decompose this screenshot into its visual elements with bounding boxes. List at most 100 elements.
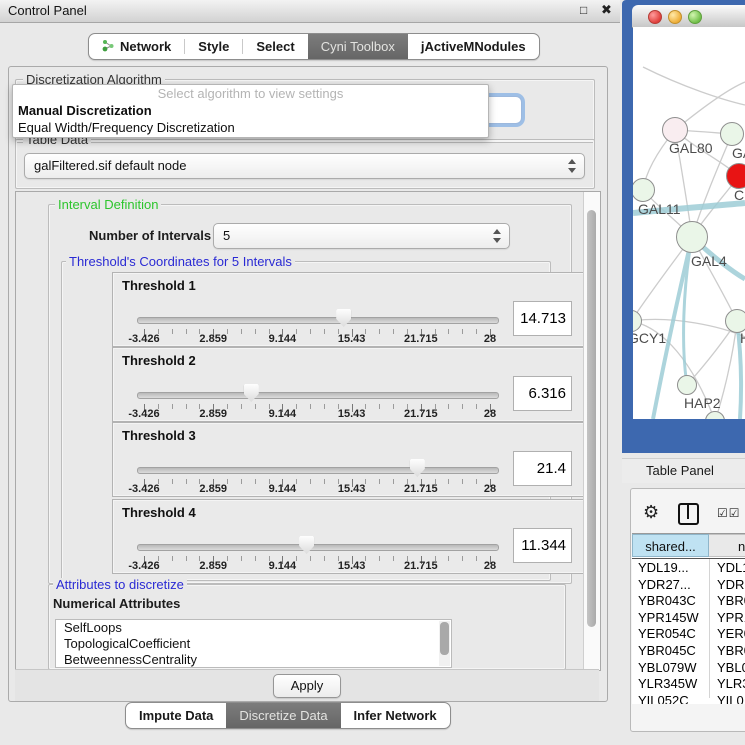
- threshold-panel: Threshold 3-3.4262.8599.14415.4321.71528…: [112, 422, 592, 497]
- network-view-window[interactable]: GAL80GACGAL11GAL4GCY1HHAP2: [622, 0, 745, 453]
- slider-tick: [310, 556, 311, 561]
- gear-icon[interactable]: ⚙: [643, 502, 659, 523]
- slider-thumb[interactable]: [410, 459, 425, 477]
- threshold-value-field[interactable]: 6.316: [513, 376, 572, 411]
- slider-tick: [172, 329, 173, 334]
- table-row[interactable]: YIL052CYIL0: [632, 692, 745, 704]
- attributes-scrollbar[interactable]: [439, 621, 450, 666]
- tab-jactivemnodules[interactable]: jActiveMNodules: [408, 34, 539, 59]
- settings-scrollbar[interactable]: [583, 192, 600, 670]
- slider-tick: [241, 479, 242, 484]
- slider-thumb[interactable]: [299, 536, 314, 554]
- number-of-intervals-value: 5: [223, 228, 230, 243]
- algorithm-option[interactable]: Equal Width/Frequency Discretization: [13, 119, 488, 136]
- cell-name: YLR3: [717, 675, 745, 692]
- slider-tick: [186, 556, 187, 561]
- slider-tick: [324, 329, 325, 334]
- list-item[interactable]: BetweennessCentrality: [56, 652, 451, 668]
- mac-zoom-icon[interactable]: [688, 10, 702, 24]
- tab-network[interactable]: Network: [89, 34, 184, 59]
- float-window-icon[interactable]: □: [580, 3, 587, 17]
- table-row[interactable]: YBR045CYBR0: [632, 642, 745, 659]
- slider-tick: [186, 329, 187, 334]
- tab-label: Infer Network: [354, 708, 437, 723]
- slider-track[interactable]: [137, 317, 499, 324]
- tab-cyni-toolbox[interactable]: Cyni Toolbox: [308, 34, 408, 59]
- network-node[interactable]: [726, 163, 745, 189]
- network-node[interactable]: [720, 122, 744, 146]
- slider-tick: [379, 479, 380, 484]
- threshold-value-field[interactable]: 14.713: [513, 301, 572, 336]
- attributes-scrollbar-thumb[interactable]: [440, 622, 449, 655]
- node-table: shared... na YDL19...YDL1YDR27...YDR2YBR…: [632, 533, 745, 704]
- slider-tick-label: 9.144: [257, 483, 307, 495]
- slider-tick-label: 9.144: [257, 560, 307, 572]
- table-row[interactable]: YER054CYER0: [632, 625, 745, 642]
- cyni-mode-tabbar: Impute Data Discretize Data Infer Network: [125, 702, 451, 729]
- slider-track[interactable]: [137, 467, 499, 474]
- table-data-combo[interactable]: galFiltered.sif default node: [24, 153, 585, 179]
- control-panel-title: Control Panel: [8, 3, 87, 18]
- network-window-titlebar[interactable]: [632, 5, 745, 28]
- slider-thumb[interactable]: [336, 309, 351, 327]
- table-row[interactable]: YPR145WYPR1: [632, 609, 745, 626]
- slider-tick: [448, 479, 449, 484]
- numerical-attributes-list[interactable]: SelfLoopsTopologicalCoefficientBetweenne…: [55, 619, 452, 668]
- threshold-title: Threshold 1: [122, 278, 196, 293]
- combo-stepper-icon: [567, 158, 576, 174]
- list-item[interactable]: SelfLoops: [56, 620, 451, 636]
- mac-close-icon[interactable]: [648, 10, 662, 24]
- tab-select[interactable]: Select: [243, 34, 307, 59]
- table-row[interactable]: YDL19...YDL1: [632, 559, 745, 576]
- tab-discretize-data[interactable]: Discretize Data: [226, 703, 340, 728]
- slider-tick: [448, 404, 449, 409]
- slider-tick: [379, 556, 380, 561]
- slider-tick: [324, 556, 325, 561]
- table-row[interactable]: YBL079WYBL0: [632, 659, 745, 676]
- slider-track[interactable]: [137, 392, 499, 399]
- tab-infer-network[interactable]: Infer Network: [341, 703, 450, 728]
- slider-tick-label: 15.43: [327, 483, 377, 495]
- settings-scrollbar-thumb[interactable]: [587, 210, 596, 627]
- tab-impute-data[interactable]: Impute Data: [126, 703, 226, 728]
- table-row[interactable]: YBR043CYBR0: [632, 592, 745, 609]
- apply-button[interactable]: Apply: [273, 674, 341, 698]
- slider-track[interactable]: [137, 544, 499, 551]
- cyni-toolbox-panel: Discretization Algorithm Table Data galF…: [8, 66, 608, 702]
- slider-tick-label: 21.715: [396, 560, 446, 572]
- algorithm-option[interactable]: Manual Discretization: [13, 102, 488, 119]
- table-panel-title: Table Panel: [646, 463, 714, 478]
- cell-name: YBL0: [717, 659, 745, 676]
- threshold-panel: Threshold 2-3.4262.8599.14415.4321.71528…: [112, 347, 592, 422]
- threshold-title: Threshold 2: [122, 353, 196, 368]
- split-columns-icon[interactable]: [678, 503, 699, 525]
- table-row[interactable]: YLR345WYLR3: [632, 675, 745, 692]
- close-icon[interactable]: ✖: [601, 2, 612, 18]
- slider-thumb[interactable]: [244, 384, 259, 402]
- table-panel: ⚙ ☑☑ shared... na YDL19...YDL1YDR27...YD…: [630, 488, 745, 732]
- slider-tick-label: 15.43: [327, 560, 377, 572]
- algorithm-popup-options: Manual DiscretizationEqual Width/Frequen…: [13, 102, 488, 136]
- network-canvas[interactable]: GAL80GACGAL11GAL4GCY1HHAP2: [633, 27, 745, 419]
- network-node[interactable]: [677, 375, 697, 395]
- slider-tick-label: -3.426: [119, 560, 169, 572]
- tab-style[interactable]: Style: [185, 34, 242, 59]
- threshold-value-field[interactable]: 11.344: [513, 528, 572, 563]
- number-of-intervals-combo[interactable]: 5: [213, 223, 510, 249]
- algorithm-popup: Select algorithm to view settings Manual…: [12, 84, 489, 138]
- slider-tick: [393, 479, 394, 484]
- tab-label: Discretize Data: [239, 708, 327, 723]
- network-node-label: GAL11: [638, 201, 681, 217]
- column-checkboxes-icon[interactable]: ☑☑: [717, 506, 741, 520]
- threshold-value-field[interactable]: 21.4: [513, 451, 572, 486]
- slider-tick: [241, 329, 242, 334]
- slider-tick-label: -3.426: [119, 483, 169, 495]
- column-header-shared-name[interactable]: shared...: [632, 534, 709, 557]
- table-row[interactable]: YDR27...YDR2: [632, 576, 745, 593]
- column-header-name[interactable]: na: [709, 534, 745, 557]
- mac-minimize-icon[interactable]: [668, 10, 682, 24]
- network-node[interactable]: [676, 221, 708, 253]
- attributes-box-title: Attributes to discretize: [53, 578, 187, 592]
- slider-tick-label: 9.144: [257, 333, 307, 345]
- list-item[interactable]: TopologicalCoefficient: [56, 636, 451, 652]
